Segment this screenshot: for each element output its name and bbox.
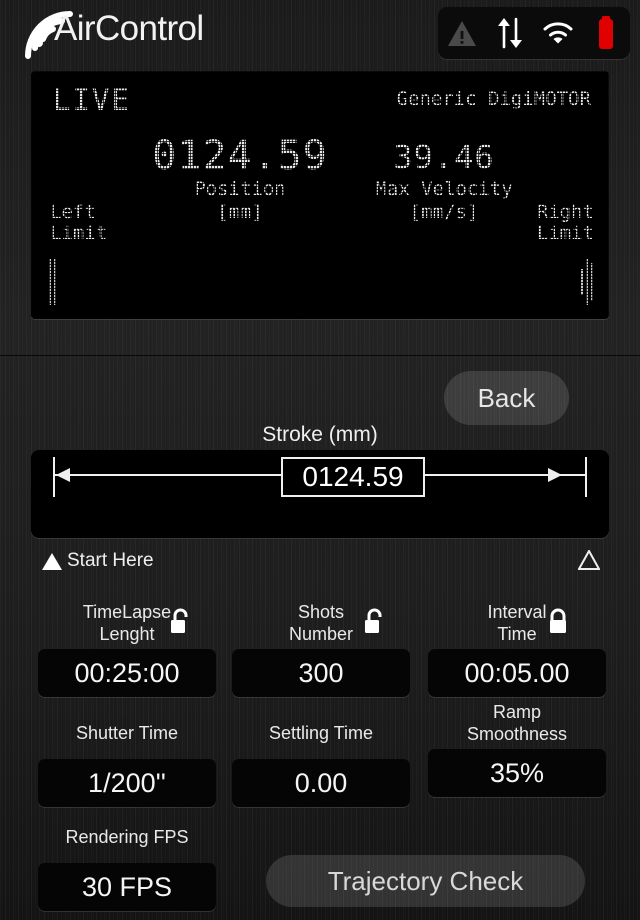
transfer-arrows-icon[interactable] — [492, 15, 528, 51]
field-label-line1: Ramp — [492, 702, 541, 722]
field-value[interactable]: 1/200'' — [38, 759, 216, 807]
live-indicator: LIVE — [53, 83, 131, 117]
stroke-value[interactable]: 0124.59 — [281, 457, 425, 497]
stroke-left-arrow-icon — [56, 468, 70, 482]
section-divider — [0, 355, 640, 356]
field-value[interactable]: 00:05.00 — [428, 649, 606, 697]
stroke-title: Stroke (mm) — [262, 423, 378, 446]
field-label: Rendering FPS — [38, 815, 216, 859]
locked-padlock-icon[interactable] — [546, 606, 570, 636]
stroke-right-tick — [585, 457, 587, 497]
battery-icon[interactable] — [588, 15, 624, 51]
field-settling-time[interactable]: Settling Time 0.00 — [232, 711, 410, 807]
left-limit-label: Left Limit — [50, 202, 107, 244]
wifi-icon[interactable] — [540, 15, 576, 51]
field-label-line2: Smoothness — [466, 724, 568, 744]
field-value[interactable]: 00:25:00 — [38, 649, 216, 697]
trajectory-check-button[interactable]: Trajectory Check — [266, 855, 585, 907]
status-icon-tray — [438, 7, 630, 59]
start-here-marker[interactable]: Start Here — [42, 550, 154, 572]
field-label-line1: Interval — [487, 602, 547, 622]
app-logo: AirControl — [22, 6, 222, 62]
field-label-line1: Shutter Time — [75, 723, 179, 743]
warning-triangle-icon[interactable] — [444, 15, 480, 51]
field-rendering-fps[interactable]: Rendering FPS 30 FPS — [38, 815, 216, 911]
filled-triangle-icon — [42, 552, 62, 570]
field-label: Interval Time — [428, 601, 606, 645]
stroke-right-arrow-icon — [548, 468, 562, 482]
field-label: Shutter Time — [38, 711, 216, 755]
motor-name-label: Generic DigiMOTOR — [396, 88, 591, 110]
outline-triangle-icon[interactable] — [578, 550, 600, 570]
field-value[interactable]: 300 — [232, 649, 410, 697]
field-shutter-time[interactable]: Shutter Time 1/200'' — [38, 711, 216, 807]
right-limit-line1: Right — [536, 201, 594, 223]
field-label-line1: Rendering FPS — [65, 827, 189, 847]
back-button[interactable]: Back — [444, 371, 569, 425]
left-limit-line2: Limit — [50, 222, 108, 244]
left-limit-line1: Left — [50, 201, 96, 223]
field-label-line1: Settling Time — [268, 723, 374, 743]
field-value[interactable]: 30 FPS — [38, 863, 216, 911]
stroke-panel[interactable]: 0124.59 — [31, 450, 609, 538]
max-velocity-value: 39.46 — [393, 138, 495, 176]
field-label: Settling Time — [232, 711, 410, 755]
field-label-line2: Time — [497, 624, 537, 644]
field-interval-time[interactable]: Interval Time 00:05.00 — [428, 601, 606, 697]
right-limit-marker — [581, 259, 593, 305]
start-here-label: Start Here — [67, 550, 154, 571]
app-root: AirControl LIVE Generic DigiMOTOR 0124.5… — [0, 0, 640, 920]
field-value[interactable]: 35% — [428, 749, 606, 797]
field-value[interactable]: 0.00 — [232, 759, 410, 807]
live-status-panel: LIVE Generic DigiMOTOR 0124.59 Position … — [31, 71, 609, 319]
unlocked-padlock-icon[interactable] — [168, 606, 192, 636]
field-ramp-smoothness[interactable]: Ramp Smoothness 35% — [428, 701, 606, 797]
field-label: Ramp Smoothness — [428, 701, 606, 745]
right-limit-label: Right Limit — [537, 202, 594, 244]
left-limit-marker — [49, 259, 56, 305]
right-limit-line2: Limit — [536, 222, 594, 244]
app-title: AirControl — [54, 9, 204, 48]
max-velocity-label: Max Velocity — [375, 178, 513, 200]
stroke-left-tick — [53, 457, 55, 497]
status-bar: AirControl — [0, 0, 640, 68]
max-velocity-unit: [mm/s] — [409, 201, 479, 223]
unlocked-padlock-icon[interactable] — [362, 606, 386, 636]
